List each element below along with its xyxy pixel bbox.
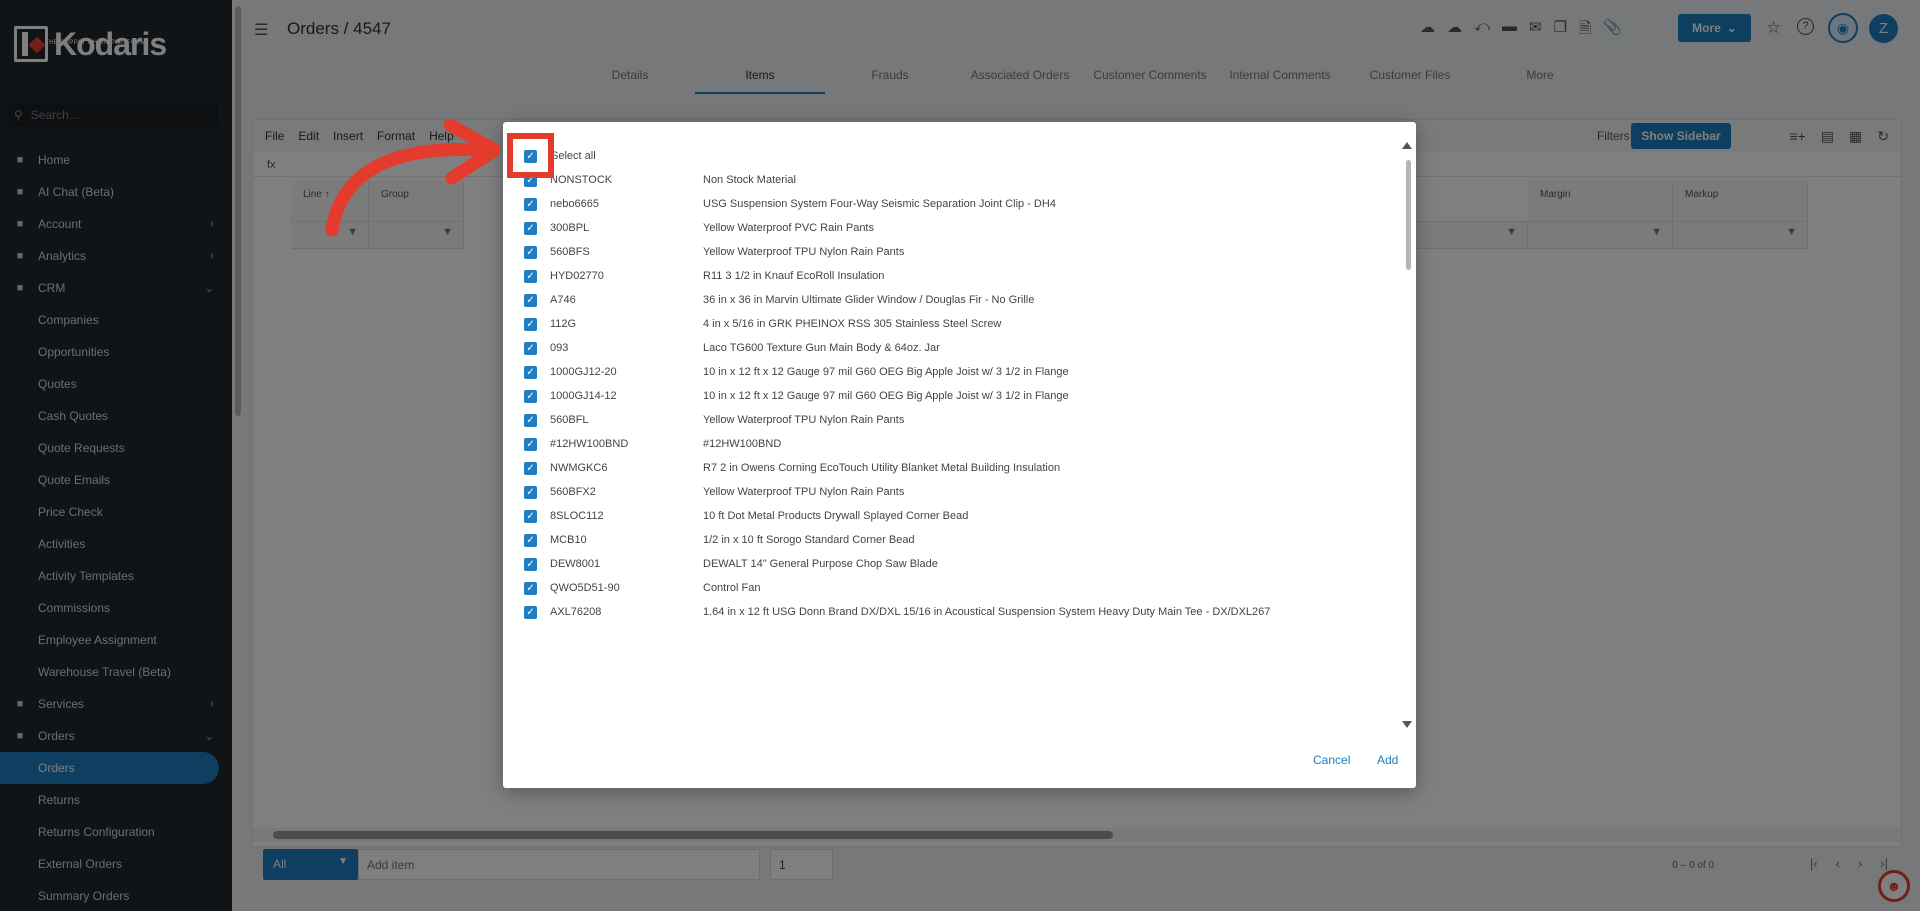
item-description: DEWALT 14" General Purpose Chop Saw Blad…	[703, 558, 938, 570]
item-code: QWO5D51-90	[550, 582, 620, 594]
item-checkbox[interactable]: ✓	[524, 221, 537, 235]
item-code: MCB10	[550, 534, 587, 546]
list-item[interactable]: ✓ 300BPL Yellow Waterproof PVC Rain Pants	[503, 216, 1383, 240]
item-description: 4 in x 5/16 in GRK PHEINOX RSS 305 Stain…	[703, 318, 1002, 330]
list-item[interactable]: ✓ 093 Laco TG600 Texture Gun Main Body & 6…	[503, 336, 1383, 360]
item-checkbox[interactable]: ✓	[524, 461, 537, 475]
item-code: nebo6665	[550, 198, 599, 210]
item-description: R11 3 1/2 in Knauf EcoRoll Insulation	[703, 270, 885, 282]
dialog-scroll-thumb[interactable]	[1406, 160, 1411, 270]
item-description: R7 2 in Owens Corning EcoTouch Utility B…	[703, 462, 1061, 474]
item-code: 8SLOC112	[550, 510, 604, 522]
scroll-up-icon[interactable]	[1402, 142, 1412, 149]
list-item[interactable]: ✓ HYD02770 R11 3 1/2 in Knauf EcoRoll Insu…	[503, 264, 1383, 288]
highlight-box	[507, 133, 554, 178]
list-item[interactable]: ✓ QWO5D51-90 Control Fan	[503, 576, 1383, 600]
item-checkbox[interactable]: ✓	[524, 389, 537, 403]
item-description: 36 in x 36 in Marvin Ultimate Glider Win…	[703, 294, 1035, 306]
item-code: A746	[550, 294, 576, 306]
item-description: #12HW100BND	[703, 438, 782, 450]
item-description: 10 ft Dot Metal Products Drywall Splayed…	[703, 510, 969, 522]
item-code: 1000GJ14-12	[550, 390, 617, 402]
item-description: USG Suspension System Four-Way Seismic S…	[703, 198, 1056, 210]
list-item[interactable]: ✓ 8SLOC112 10 ft Dot Metal Products Drywal…	[503, 504, 1383, 528]
item-code: #12HW100BND	[550, 438, 629, 450]
list-item[interactable]: ✓ NWMGKC6 R7 2 in Owens Corning EcoTouch U…	[503, 456, 1383, 480]
item-checkbox[interactable]: ✓	[524, 245, 537, 259]
item-description: Yellow Waterproof PVC Rain Pants	[703, 222, 874, 234]
list-item[interactable]: ✓ 112G 4 in x 5/16 in GRK PHEINOX RSS 305 …	[503, 312, 1383, 336]
item-code: DEW8001	[550, 558, 601, 570]
scroll-down-icon[interactable]	[1402, 721, 1412, 728]
add-button[interactable]: Add	[1377, 753, 1398, 767]
item-code: 560BFL	[550, 414, 589, 426]
item-checkbox[interactable]: ✓	[524, 605, 537, 619]
list-item[interactable]: ✓ A746 36 in x 36 in Marvin Ultimate Glide…	[503, 288, 1383, 312]
select-items-dialog: ✓ Select all ✓ NONSTOCK Non Stock Material…	[503, 122, 1416, 788]
item-code: 300BPL	[550, 222, 590, 234]
item-description: 1.64 in x 12 ft USG Donn Brand DX/DXL 15…	[703, 606, 1271, 618]
list-item[interactable]: ✓ MCB10 1/2 in x 10 ft Sorogo Standard Cor…	[503, 528, 1383, 552]
select-all-row[interactable]: ✓ Select all	[503, 144, 1383, 168]
item-checkbox[interactable]: ✓	[524, 341, 537, 355]
item-description: Non Stock Material	[703, 174, 796, 186]
list-item[interactable]: ✓ 1000GJ12-20 10 in x 12 ft x 12 Gauge 97 …	[503, 360, 1383, 384]
item-code: 1000GJ12-20	[550, 366, 617, 378]
list-item[interactable]: ✓ nebo6665 USG Suspension System Four-Way …	[503, 192, 1383, 216]
item-checkbox[interactable]: ✓	[524, 533, 537, 547]
item-code: 093	[550, 342, 569, 354]
select-all-label: Select all	[551, 150, 596, 162]
item-checkbox[interactable]: ✓	[524, 413, 537, 427]
item-code: 560BFX2	[550, 486, 596, 498]
item-description: Yellow Waterproof TPU Nylon Rain Pants	[703, 414, 905, 426]
item-checkbox[interactable]: ✓	[524, 317, 537, 331]
item-description: Yellow Waterproof TPU Nylon Rain Pants	[703, 246, 905, 258]
list-item[interactable]: ✓ 560BFS Yellow Waterproof TPU Nylon Rain …	[503, 240, 1383, 264]
item-checkbox[interactable]: ✓	[524, 485, 537, 499]
item-checkbox[interactable]: ✓	[524, 557, 537, 571]
item-code: 560BFS	[550, 246, 590, 258]
item-description: Laco TG600 Texture Gun Main Body & 64oz.…	[703, 342, 940, 354]
item-code: 112G	[550, 318, 577, 330]
item-checkbox[interactable]: ✓	[524, 581, 537, 595]
list-item[interactable]: ✓ NONSTOCK Non Stock Material	[503, 168, 1383, 192]
list-item[interactable]: ✓ DEW8001 DEWALT 14" General Purpose Chop …	[503, 552, 1383, 576]
list-item[interactable]: ✓ AXL76208 1.64 in x 12 ft USG Donn Brand …	[503, 600, 1383, 624]
item-code: NWMGKC6	[550, 462, 608, 474]
item-code: NONSTOCK	[550, 174, 613, 186]
item-code: AXL76208	[550, 606, 602, 618]
item-code: HYD02770	[550, 270, 604, 282]
item-description: Control Fan	[703, 582, 761, 594]
annotation-arrow-icon	[325, 120, 500, 237]
item-checkbox[interactable]: ✓	[524, 269, 537, 283]
list-item[interactable]: ✓ 1000GJ14-12 10 in x 12 ft x 12 Gauge 97 …	[503, 384, 1383, 408]
item-checkbox[interactable]: ✓	[524, 509, 537, 523]
item-checkbox[interactable]: ✓	[524, 293, 537, 307]
item-description: 10 in x 12 ft x 12 Gauge 97 mil G60 OEG …	[703, 390, 1069, 402]
item-description: 10 in x 12 ft x 12 Gauge 97 mil G60 OEG …	[703, 366, 1069, 378]
item-checkbox[interactable]: ✓	[524, 197, 537, 211]
cancel-button[interactable]: Cancel	[1313, 753, 1350, 767]
list-item[interactable]: ✓ 560BFL Yellow Waterproof TPU Nylon Rain …	[503, 408, 1383, 432]
list-item[interactable]: ✓ #12HW100BND #12HW100BND	[503, 432, 1383, 456]
item-description: 1/2 in x 10 ft Sorogo Standard Corner Be…	[703, 534, 915, 546]
item-description: Yellow Waterproof TPU Nylon Rain Pants	[703, 486, 905, 498]
item-checkbox[interactable]: ✓	[524, 365, 537, 379]
item-checkbox[interactable]: ✓	[524, 437, 537, 451]
list-item[interactable]: ✓ 560BFX2 Yellow Waterproof TPU Nylon Rain…	[503, 480, 1383, 504]
